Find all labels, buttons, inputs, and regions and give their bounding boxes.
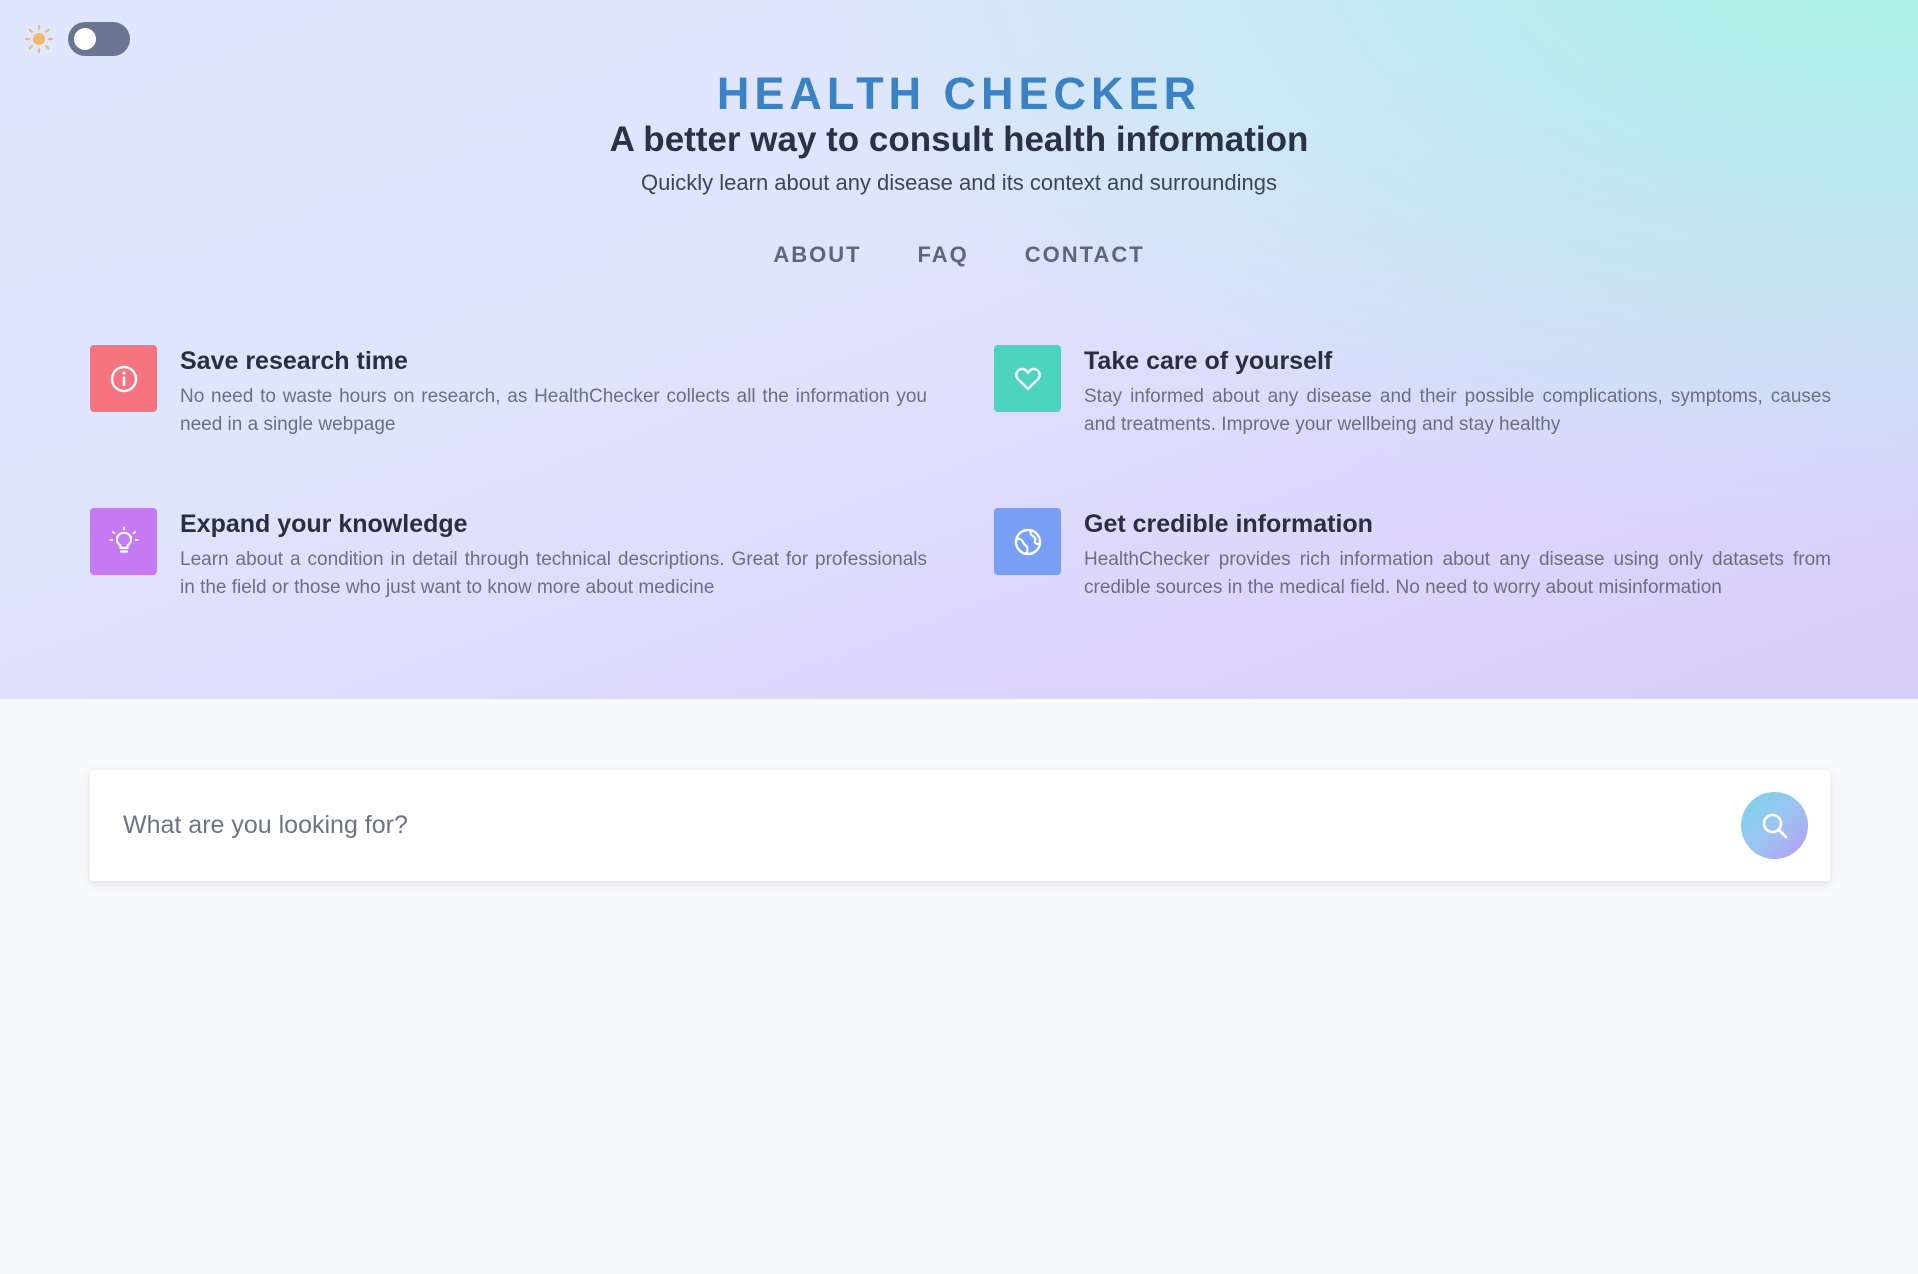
theme-switch-knob [74,28,96,50]
feature-description: HealthChecker provides rich information … [1084,549,1831,598]
nav-faq-link[interactable]: FAQ [918,242,969,268]
theme-switch[interactable] [68,22,130,56]
feature-title: Get credible information [1084,510,1373,538]
info-icon [90,345,157,412]
page-subtagline: Quickly learn about any disease and its … [641,170,1277,195]
feature-description: Learn about a condition in detail throug… [180,549,927,598]
nav-about-link[interactable]: ABOUT [773,242,861,268]
search-bar [90,770,1830,881]
heart-icon [994,345,1061,412]
feature-title: Expand your knowledge [180,510,468,538]
nav-contact-link[interactable]: CONTACT [1025,242,1145,268]
main-nav: ABOUT FAQ CONTACT [0,242,1918,268]
search-button[interactable] [1741,792,1808,859]
globe-icon [994,508,1061,575]
feature-description: No need to waste hours on research, as H… [180,386,927,435]
page-tagline: A better way to consult health informati… [609,120,1309,159]
search-input[interactable] [123,800,1683,850]
sun-icon [24,24,54,54]
feature-title: Save research time [180,347,408,375]
hero-section: HEALTH CHECKER A better way to consult h… [0,0,1918,699]
search-icon [1762,813,1787,838]
theme-toggle[interactable] [24,22,130,56]
feature-title: Take care of yourself [1084,347,1333,375]
brand-title: HEALTH CHECKER [716,68,1202,119]
feature-description: Stay informed about any disease and thei… [1084,386,1831,435]
lightbulb-icon [90,508,157,575]
